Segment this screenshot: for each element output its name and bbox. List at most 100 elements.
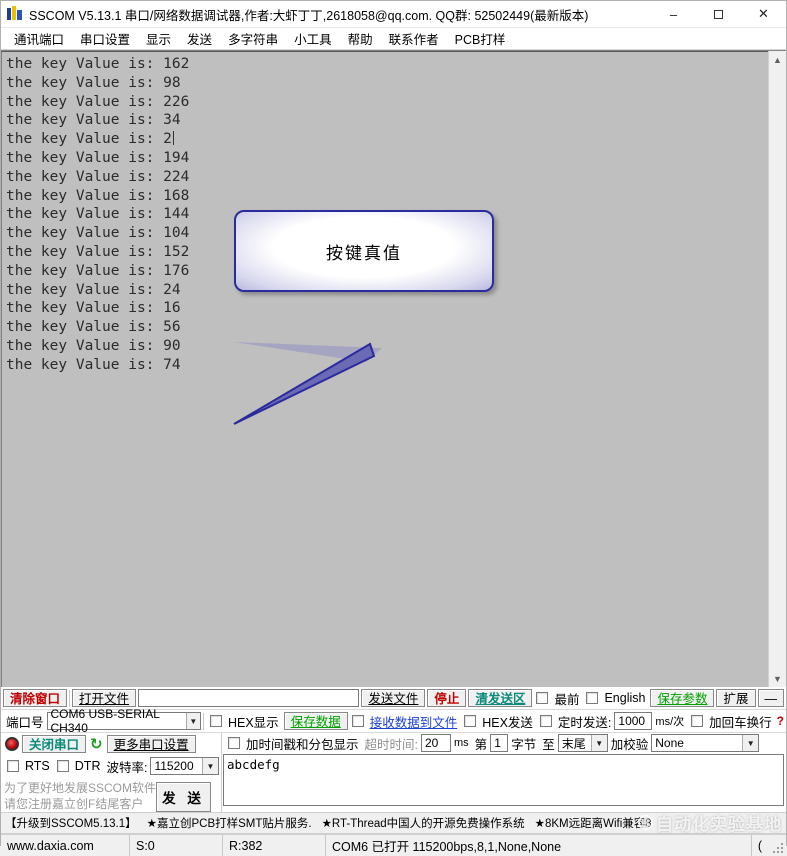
hex-send-label: HEX发送 [482, 715, 533, 730]
byte-from-input[interactable] [490, 734, 509, 752]
menu-bar: 通讯端口 串口设置 显示 发送 多字符串 小工具 帮助 联系作者 PCB打样 [1, 28, 786, 50]
menu-item-port-config[interactable]: 串口设置 [72, 29, 138, 48]
receive-line: the key Value is: 98 [6, 74, 181, 91]
english-label: English [604, 691, 646, 705]
clear-window-button[interactable]: 清除窗口 [3, 689, 68, 707]
callout-text: 按键真值 [326, 243, 402, 264]
menu-item-help[interactable]: 帮助 [340, 29, 381, 48]
title-bar: SSCOM V5.13.1 串口/网络数据调试器,作者:大虾丁丁,2618058… [1, 1, 786, 28]
close-button[interactable]: ✕ [741, 1, 786, 27]
receive-line: the key Value is: 74 [6, 356, 181, 373]
port-status-led-icon [5, 737, 19, 751]
window-title: SSCOM V5.13.1 串口/网络数据调试器,作者:大虾丁丁,2618058… [29, 8, 589, 23]
receive-line: the key Value is: 2 [6, 131, 174, 148]
menu-item-multistring[interactable]: 多字符串 [220, 29, 286, 48]
more-settings-button[interactable]: 更多串口设置 [106, 735, 196, 753]
ad-piece-pcb: ★嘉立创PCB打样SMT贴片服务. [146, 818, 312, 830]
english-checkbox[interactable] [586, 692, 599, 704]
callout-bubble: 按键真值 [234, 210, 494, 292]
send-button[interactable]: 发 送 [156, 782, 211, 812]
dtr-label: DTR [74, 759, 101, 773]
menu-item-tools[interactable]: 小工具 [286, 29, 340, 48]
receive-scrollbar[interactable]: ▲ ▼ [768, 51, 786, 687]
checksum-select[interactable]: None ▼ [651, 734, 760, 752]
receive-line: the key Value is: 56 [6, 319, 181, 336]
menu-item-comm-port[interactable]: 通讯端口 [6, 29, 72, 48]
maximize-button[interactable] [696, 1, 741, 27]
stop-button[interactable]: 停止 [427, 689, 467, 707]
register-note-row: 为了更好地发展SSCOM软件 请您注册嘉立创F结尾客户 发 送 [1, 777, 221, 812]
menu-item-contact[interactable]: 联系作者 [381, 29, 447, 48]
settings-and-send: 关闭串口 ↻ 更多串口设置 RTS DTR 波特率: 115200 ▼ 为了更好… [1, 733, 786, 812]
port-select[interactable]: COM6 USB-SERIAL CH340 ▼ [46, 707, 202, 735]
toolbar-row-port: 端口号 COM6 USB-SERIAL CH340 ▼ HEX显示 保存数据 接… [1, 707, 786, 735]
dtr-checkbox[interactable] [56, 760, 69, 772]
watermark-overlay: 自 自动化实验基地 [638, 813, 782, 834]
chevron-down-icon[interactable]: ▼ [202, 758, 218, 774]
scroll-up-icon[interactable]: ▲ [769, 51, 786, 68]
add-crlf-checkbox[interactable] [691, 715, 704, 727]
receive-line: the key Value is: 162 [6, 56, 190, 72]
close-port-button[interactable]: 关闭串口 [22, 735, 87, 753]
maximize-icon [714, 9, 723, 19]
ad-banner[interactable]: 【升级到SSCOM5.13.1】 ★嘉立创PCB打样SMT贴片服务. ★RT-T… [1, 812, 786, 834]
rts-checkbox[interactable] [7, 760, 19, 772]
sscom-window: SSCOM V5.13.1 串口/网络数据调试器,作者:大虾丁丁,2618058… [0, 0, 787, 856]
open-file-button[interactable]: 打开文件 [72, 689, 137, 707]
receive-line: the key Value is: 90 [6, 337, 181, 354]
scroll-down-icon[interactable]: ▼ [769, 670, 786, 687]
divider [69, 689, 71, 707]
baud-select-value: 115200 [154, 759, 194, 773]
chevron-down-icon[interactable]: ▼ [590, 735, 607, 751]
timed-send-checkbox[interactable] [539, 715, 552, 727]
chevron-down-icon[interactable]: ▼ [742, 735, 759, 751]
clear-send-button[interactable]: 清发送区 [468, 689, 533, 707]
window-controls: – ✕ [651, 1, 786, 27]
watermark-text: 自动化实验基地 [656, 815, 782, 834]
timestamp-options-row: 加时间戳和分包显示 超时时间: ms 第 字节 至 末尾 ▼ 加校验 None … [222, 733, 786, 753]
timed-interval-input[interactable] [614, 712, 653, 730]
hex-display-label: HEX显示 [227, 715, 279, 730]
checksum-value: None [655, 736, 684, 750]
byte-to-select[interactable]: 末尾 ▼ [557, 734, 608, 752]
topmost-checkbox[interactable] [536, 692, 549, 704]
minimize-button[interactable]: – [651, 1, 696, 27]
byte-to-value: 末尾 [561, 736, 586, 751]
save-params-button[interactable]: 保存参数 [650, 689, 715, 707]
menu-item-display[interactable]: 显示 [138, 29, 179, 48]
recv-to-file-label[interactable]: 接收数据到文件 [367, 712, 461, 731]
sscom-app-icon [7, 6, 23, 22]
text-caret [172, 131, 174, 146]
timeout-input[interactable] [421, 734, 451, 752]
file-path-input[interactable] [138, 689, 360, 707]
timeout-unit-label: ms [454, 737, 469, 749]
receive-textarea[interactable]: the key Value is: 162 the key Value is: 9… [1, 51, 768, 687]
topmost-label: 最前 [554, 692, 580, 707]
serial-flags-row: RTS DTR 波特率: 115200 ▼ [1, 755, 221, 777]
save-data-button[interactable]: 保存数据 [283, 712, 348, 730]
status-bar: www.daxia.com S:0 R:382 COM6 已打开 115200b… [1, 834, 786, 856]
timestamp-label: 加时间戳和分包显示 [246, 737, 359, 752]
timestamp-checkbox[interactable] [228, 737, 240, 749]
menu-item-send[interactable]: 发送 [179, 29, 220, 48]
send-textarea[interactable]: abcdefg [223, 754, 784, 806]
receive-line: the key Value is: 168 [6, 187, 190, 204]
receive-line: the key Value is: 34 [6, 112, 181, 129]
hex-send-checkbox[interactable] [464, 715, 477, 727]
baud-select[interactable]: 115200 ▼ [150, 757, 219, 775]
help-icon[interactable]: ? [777, 714, 784, 728]
extend-button[interactable]: 扩展 [716, 689, 756, 707]
send-file-button[interactable]: 发送文件 [361, 689, 426, 707]
recv-to-file-checkbox[interactable] [351, 715, 364, 727]
hex-display-checkbox[interactable] [209, 715, 222, 727]
collapse-button[interactable]: — [757, 689, 784, 707]
byte-label: 字节 [511, 737, 537, 752]
register-note-line2: 请您注册嘉立创F结尾客户 [4, 797, 144, 811]
scrollbar-track[interactable] [769, 68, 786, 670]
divider [203, 712, 204, 730]
refresh-icon[interactable]: ↻ [86, 735, 107, 753]
chevron-down-icon[interactable]: ▼ [185, 713, 201, 729]
timeout-label: 超时时间: [364, 737, 418, 752]
receive-line: the key Value is: 224 [6, 168, 190, 185]
menu-item-pcb[interactable]: PCB打样 [447, 29, 514, 48]
